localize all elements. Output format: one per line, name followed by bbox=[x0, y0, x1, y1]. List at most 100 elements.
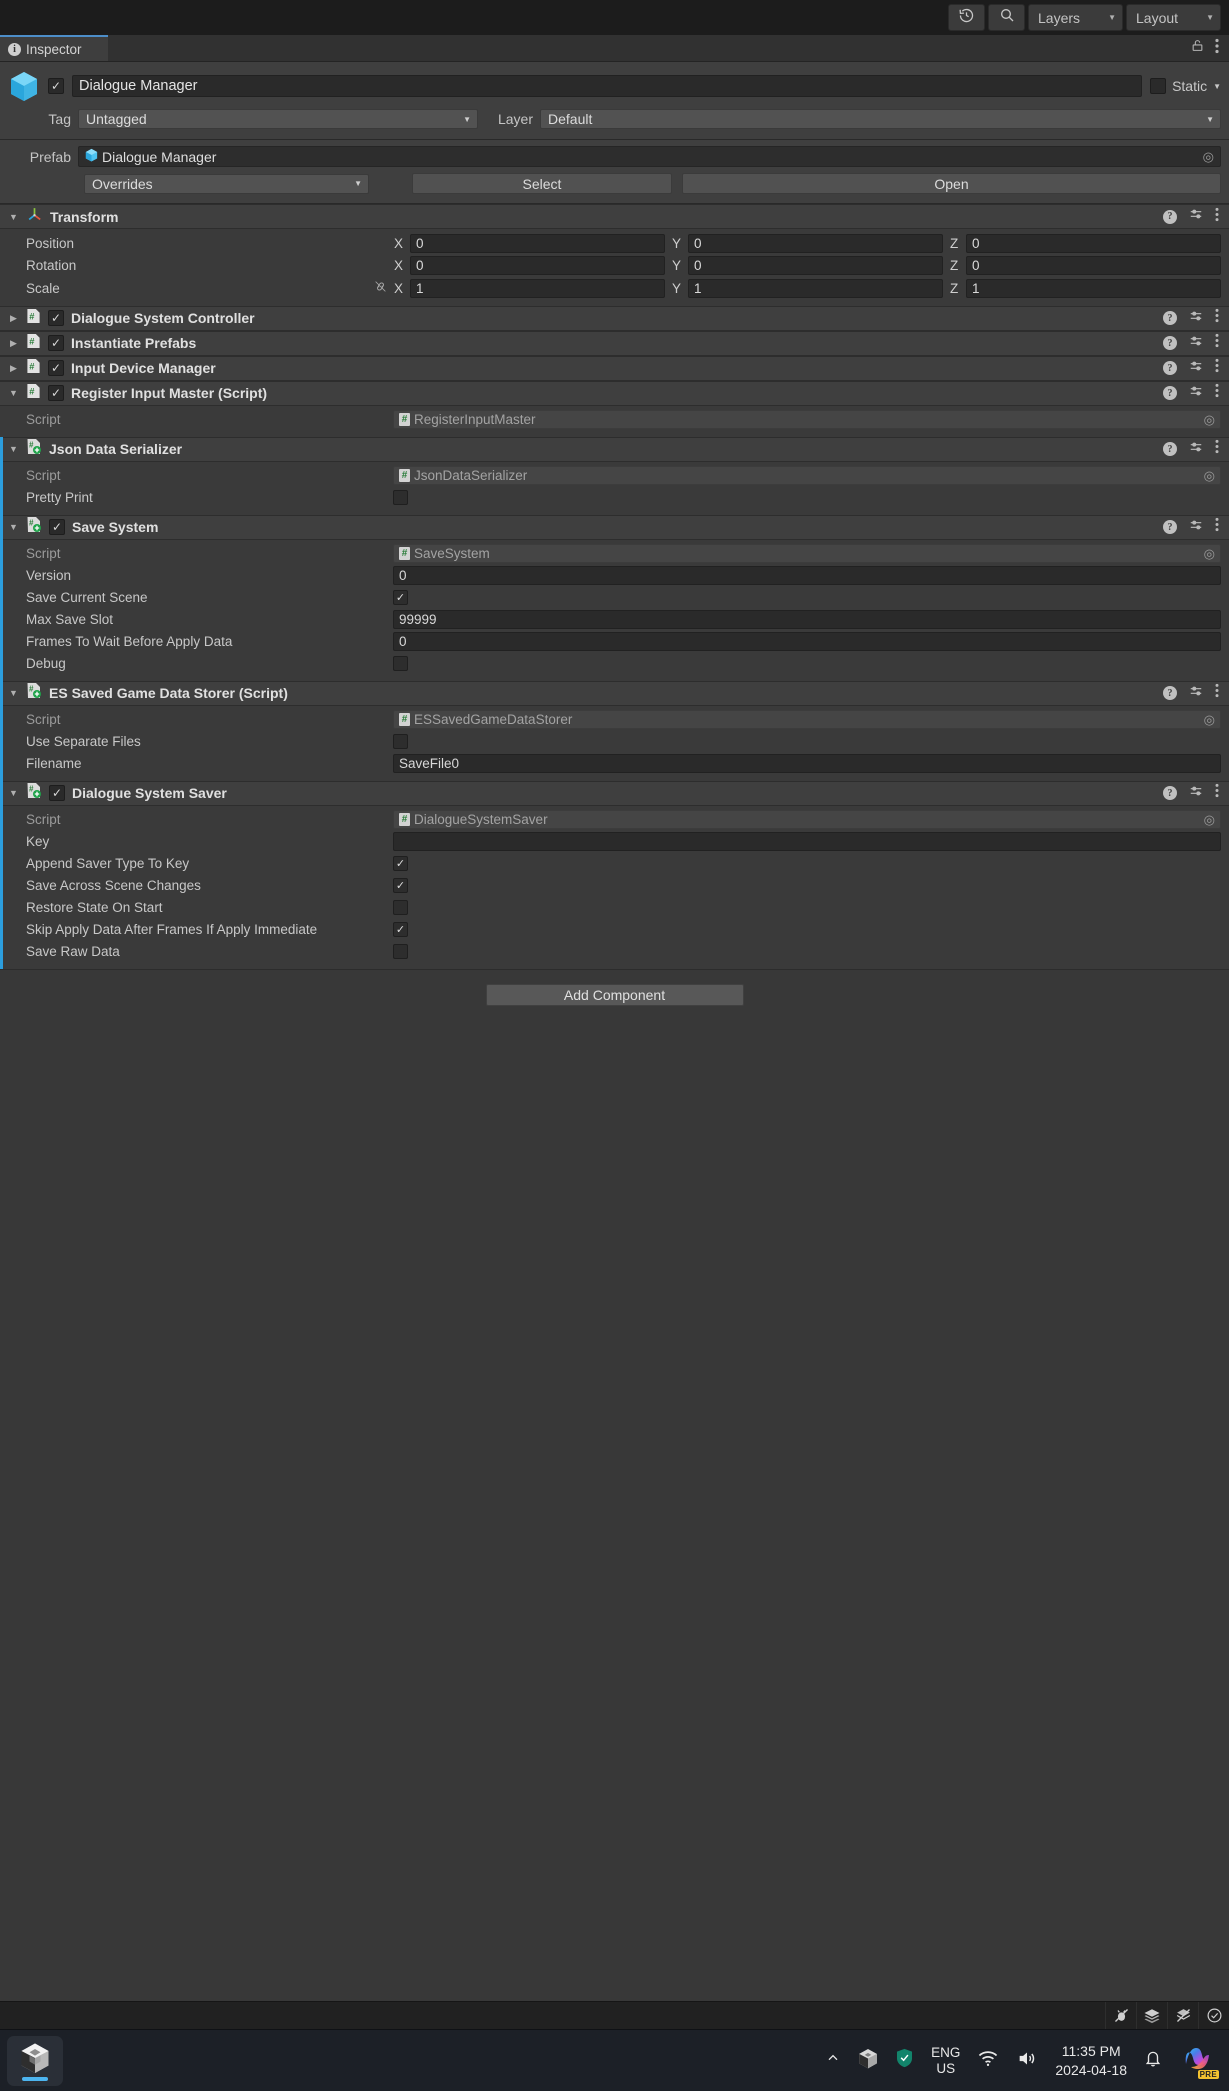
foldout-expanded-icon[interactable]: ▼ bbox=[8, 212, 19, 222]
property-input[interactable] bbox=[393, 832, 1221, 851]
layer-dropdown[interactable]: Default ▼ bbox=[540, 109, 1221, 129]
property-checkbox[interactable]: ✓ bbox=[393, 490, 408, 505]
position-z-input[interactable]: 0 bbox=[966, 233, 1221, 253]
preset-icon[interactable] bbox=[1189, 309, 1203, 328]
copilot-button[interactable]: PRE bbox=[1179, 2044, 1219, 2079]
kebab-menu-icon[interactable] bbox=[1215, 783, 1219, 803]
component-enabled-checkbox[interactable]: ✓ bbox=[49, 519, 65, 535]
prefab-select-button[interactable]: Select bbox=[412, 173, 672, 194]
preset-icon[interactable] bbox=[1189, 334, 1203, 353]
component-enabled-checkbox[interactable]: ✓ bbox=[48, 385, 64, 401]
taskbar-clock[interactable]: 11:35 PM 2024-04-18 bbox=[1055, 2042, 1127, 2080]
chevron-up-icon[interactable] bbox=[825, 2050, 841, 2071]
rotation-y-input[interactable]: 0 bbox=[688, 256, 943, 276]
static-checkbox[interactable]: ✓ bbox=[1150, 78, 1167, 94]
position-x-input[interactable]: 0 bbox=[410, 233, 665, 253]
property-input[interactable]: 0 bbox=[393, 566, 1221, 585]
prefab-object-field[interactable]: Dialogue Manager ◎ bbox=[78, 146, 1221, 167]
unity-tray-icon[interactable] bbox=[858, 2048, 878, 2074]
component-enabled-checkbox[interactable]: ✓ bbox=[49, 785, 65, 801]
component-header[interactable]: ▼ # ✓ Register Input Master (Script)? bbox=[0, 380, 1229, 406]
component-header[interactable]: ▶ # ✓ Input Device Manager? bbox=[0, 355, 1229, 381]
component-enabled-checkbox[interactable]: ✓ bbox=[48, 360, 64, 376]
property-input[interactable]: 99999 bbox=[393, 610, 1221, 629]
preset-icon[interactable] bbox=[1189, 384, 1203, 403]
property-input[interactable]: SaveFile0 bbox=[393, 754, 1221, 773]
script-object-field[interactable]: # DialogueSystemSaver ◎ bbox=[393, 810, 1221, 829]
property-checkbox[interactable]: ✓ bbox=[393, 734, 408, 749]
shield-check-icon[interactable] bbox=[895, 2047, 914, 2074]
preset-icon[interactable] bbox=[1189, 440, 1203, 459]
property-checkbox[interactable]: ✓ bbox=[393, 900, 408, 915]
component-header[interactable]: ▶ # ✓ Instantiate Prefabs? bbox=[0, 330, 1229, 356]
scale-z-input[interactable]: 1 bbox=[966, 278, 1221, 298]
foldout-expanded-icon[interactable]: ▼ bbox=[8, 444, 19, 454]
component-header[interactable]: ▼ # ✓ Save System? bbox=[0, 514, 1229, 540]
object-picker-icon[interactable]: ◎ bbox=[1204, 468, 1215, 484]
property-input[interactable]: 0 bbox=[393, 632, 1221, 651]
kebab-menu-icon[interactable] bbox=[1215, 207, 1219, 227]
object-picker-icon[interactable]: ◎ bbox=[1204, 546, 1215, 562]
script-object-field[interactable]: # ESSavedGameDataStorer ◎ bbox=[393, 710, 1221, 729]
kebab-menu-icon[interactable] bbox=[1215, 517, 1219, 537]
property-checkbox[interactable]: ✓ bbox=[393, 590, 408, 605]
kebab-menu-icon[interactable] bbox=[1215, 308, 1219, 328]
property-checkbox[interactable]: ✓ bbox=[393, 878, 408, 893]
component-header[interactable]: ▼ # Json Data Serializer? bbox=[0, 436, 1229, 462]
foldout-expanded-icon[interactable]: ▼ bbox=[8, 688, 19, 698]
component-header[interactable]: ▶ # ✓ Dialogue System Controller? bbox=[0, 305, 1229, 331]
kebab-menu-icon[interactable] bbox=[1215, 439, 1219, 459]
taskbar-unity-app[interactable] bbox=[7, 2035, 63, 2086]
component-enabled-checkbox[interactable]: ✓ bbox=[48, 335, 64, 351]
foldout-expanded-icon[interactable]: ▼ bbox=[8, 522, 19, 532]
constrain-proportions-icon[interactable] bbox=[366, 280, 394, 296]
help-icon[interactable]: ? bbox=[1163, 209, 1177, 224]
notification-bell-icon[interactable] bbox=[1144, 2048, 1162, 2073]
foldout-collapsed-icon[interactable]: ▶ bbox=[8, 338, 19, 349]
tab-inspector[interactable]: i Inspector bbox=[0, 35, 108, 61]
kebab-menu-icon[interactable] bbox=[1215, 683, 1219, 703]
language-indicator[interactable]: ENG US bbox=[931, 2045, 960, 2077]
check-circle-icon[interactable] bbox=[1198, 2002, 1229, 2029]
layout-dropdown[interactable]: Layout ▼ bbox=[1126, 4, 1221, 31]
preset-icon[interactable] bbox=[1189, 207, 1203, 226]
script-object-field[interactable]: # JsonDataSerializer ◎ bbox=[393, 466, 1221, 485]
foldout-collapsed-icon[interactable]: ▶ bbox=[8, 363, 19, 374]
help-icon[interactable]: ? bbox=[1163, 786, 1177, 800]
wifi-icon[interactable] bbox=[977, 2049, 999, 2072]
help-icon[interactable]: ? bbox=[1163, 386, 1177, 400]
prefab-overrides-dropdown[interactable]: Overrides ▼ bbox=[84, 173, 369, 194]
preset-icon[interactable] bbox=[1189, 684, 1203, 703]
help-icon[interactable]: ? bbox=[1163, 336, 1177, 350]
preset-icon[interactable] bbox=[1189, 359, 1203, 378]
gameobject-enabled-checkbox[interactable]: ✓ bbox=[48, 78, 64, 94]
scale-y-input[interactable]: 1 bbox=[688, 278, 943, 298]
help-icon[interactable]: ? bbox=[1163, 442, 1177, 456]
foldout-expanded-icon[interactable]: ▼ bbox=[8, 788, 19, 798]
property-checkbox[interactable]: ✓ bbox=[393, 856, 408, 871]
preset-icon[interactable] bbox=[1189, 518, 1203, 537]
property-checkbox[interactable]: ✓ bbox=[393, 922, 408, 937]
chevron-down-icon[interactable]: ▼ bbox=[1213, 82, 1221, 91]
history-button[interactable] bbox=[948, 4, 985, 31]
kebab-menu-icon[interactable] bbox=[1215, 333, 1219, 353]
foldout-collapsed-icon[interactable]: ▶ bbox=[8, 313, 19, 324]
position-y-input[interactable]: 0 bbox=[688, 233, 943, 253]
help-icon[interactable]: ? bbox=[1163, 686, 1177, 700]
tag-dropdown[interactable]: Untagged ▼ bbox=[78, 109, 478, 129]
property-checkbox[interactable]: ✓ bbox=[393, 656, 408, 671]
volume-icon[interactable] bbox=[1016, 2049, 1038, 2073]
object-picker-icon[interactable]: ◎ bbox=[1204, 412, 1215, 428]
script-object-field[interactable]: # RegisterInputMaster ◎ bbox=[393, 410, 1221, 429]
help-icon[interactable]: ? bbox=[1163, 361, 1177, 375]
help-icon[interactable]: ? bbox=[1163, 520, 1177, 534]
component-header[interactable]: ▼ # ES Saved Game Data Storer (Script)? bbox=[0, 680, 1229, 706]
prefab-open-button[interactable]: Open bbox=[682, 173, 1221, 194]
foldout-expanded-icon[interactable]: ▼ bbox=[8, 388, 19, 398]
object-picker-icon[interactable]: ◎ bbox=[1203, 149, 1214, 165]
bug-off-icon[interactable] bbox=[1105, 2002, 1136, 2029]
add-component-button[interactable]: Add Component bbox=[485, 983, 744, 1006]
transform-header[interactable]: ▼ Transform ? bbox=[0, 204, 1229, 229]
preset-icon[interactable] bbox=[1189, 784, 1203, 803]
scale-x-input[interactable]: 1 bbox=[410, 278, 665, 298]
